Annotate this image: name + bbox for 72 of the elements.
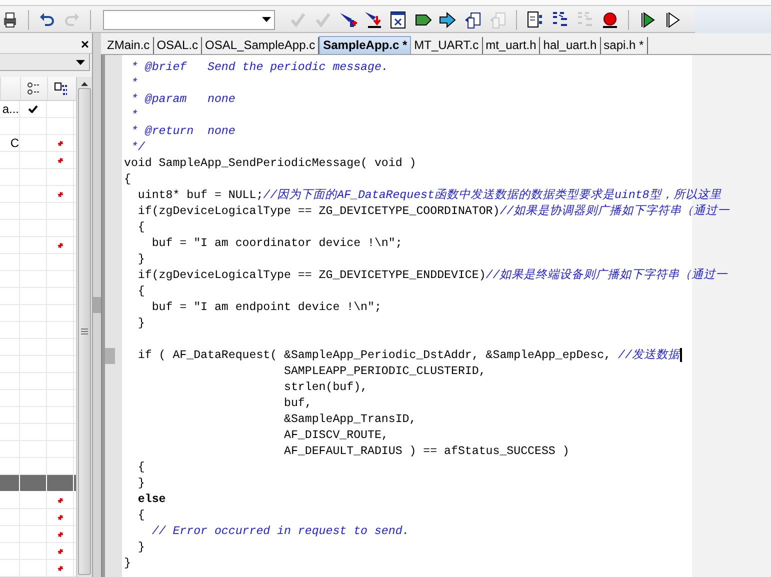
document-icon xyxy=(526,10,544,28)
code-line: AF_DISCV_ROUTE, xyxy=(283,428,390,444)
scrollbar-thumb[interactable] xyxy=(78,88,91,575)
code-line: { xyxy=(136,460,146,476)
window-button[interactable] xyxy=(388,10,408,30)
code-line: { xyxy=(136,508,146,524)
tick-icon xyxy=(314,10,332,28)
pages-icon xyxy=(489,10,507,28)
code-line: if ( AF_DataRequest( &SampleApp_Periodic_DstAddr, &SampleApp_epDesc, //发送数据 xyxy=(136,348,683,364)
file-tab[interactable]: ZMain.c xyxy=(104,37,154,54)
file-name[interactable]: a... xyxy=(0,101,20,117)
dropdown-arrow-icon[interactable] xyxy=(262,17,271,22)
code-line: // Error occurred in request to send. xyxy=(150,524,410,540)
code-line: SAMPLEAPP_PERIODIC_CLUSTERID, xyxy=(283,364,487,380)
dropdown-field[interactable] xyxy=(103,10,275,30)
double-arrow-button[interactable] xyxy=(438,10,458,30)
code-line: void SampleApp_SendPeriodicMessage( void ) xyxy=(124,156,418,172)
binary-grid-icon xyxy=(576,10,594,28)
undo-icon xyxy=(38,10,56,28)
code-line: buf, xyxy=(283,396,313,412)
funnel-plus-icon xyxy=(339,10,357,28)
tick-icon xyxy=(289,10,307,28)
binary-grid-icon xyxy=(551,10,569,28)
code-line: &SampleApp_TransID, xyxy=(283,412,418,428)
print-icon xyxy=(1,10,19,28)
redo-icon xyxy=(63,10,81,28)
close-button[interactable]: × xyxy=(80,37,89,51)
code-line: if(zgDeviceLogicalType == ZG_DEVICETYPE_ENDDEVICE)//如果是终端设备则广播如下字符串（通过一 xyxy=(136,268,729,284)
code-line: * @param none xyxy=(130,92,236,108)
dropdown-field[interactable] xyxy=(0,54,90,71)
file-name[interactable]: C xyxy=(0,135,20,151)
code-line: * @brief Send the periodic message. xyxy=(130,60,390,76)
code-line: strlen(buf), xyxy=(283,380,369,396)
file-tab[interactable]: mt_uart.h xyxy=(482,37,540,54)
code-line: buf = "I am coordinator device !\n"; xyxy=(150,236,404,252)
code-line: } xyxy=(136,476,146,492)
code-line: { xyxy=(124,172,132,188)
people-list-icon[interactable] xyxy=(27,82,41,96)
code-line: buf = "I am endpoint device !\n"; xyxy=(150,300,382,316)
breakpoint-icon xyxy=(601,10,619,28)
code-line: uint8* buf = NULL;//因为下面的AF_DataRequest函数中发送数据的数据类型要求是uint8型，所以这里 xyxy=(136,188,722,204)
code-line: * @return none xyxy=(130,124,236,140)
selected-row[interactable] xyxy=(0,475,76,492)
file-tab[interactable]: MT_UART.c xyxy=(411,37,483,54)
code-line: * xyxy=(130,76,139,92)
code-line: else xyxy=(136,492,167,508)
file-tab[interactable]: SampleApp.c * xyxy=(319,36,412,54)
code-line: } xyxy=(136,252,146,268)
file-tab[interactable]: sapi.h * xyxy=(600,37,648,54)
double-arrow-icon xyxy=(439,10,457,28)
dropdown-arrow-icon[interactable] xyxy=(76,60,85,64)
code-line: } xyxy=(136,316,146,332)
document-button[interactable] xyxy=(525,10,545,30)
pages-icon xyxy=(464,10,482,28)
code-line: } xyxy=(136,540,146,556)
funnel-down-icon xyxy=(364,10,382,28)
code-line: { xyxy=(136,284,146,300)
file-tab[interactable]: OSAL.c xyxy=(154,37,202,54)
splitter-grip[interactable] xyxy=(93,297,101,313)
funnel-down-button[interactable] xyxy=(363,10,383,30)
breakpoint-button[interactable] xyxy=(600,10,620,30)
code-line: if(zgDeviceLogicalType == ZG_DEVICETYPE_COORDINATOR)//如果是协调器则广播如下字符串（通过一 xyxy=(136,204,731,220)
code-line: } xyxy=(124,556,132,572)
code-line: * xyxy=(130,108,139,124)
code-line: */ xyxy=(130,140,146,156)
window-icon xyxy=(389,10,407,28)
document-binary-icon[interactable] xyxy=(54,82,68,96)
code-line: { xyxy=(136,220,146,236)
file-tab[interactable]: hal_uart.h xyxy=(540,37,601,54)
code-line: AF_DEFAULT_RADIUS ) == afStatus_SUCCESS ) xyxy=(283,444,570,460)
scroll-up-icon[interactable] xyxy=(81,82,88,86)
pages-button[interactable] xyxy=(463,10,483,30)
